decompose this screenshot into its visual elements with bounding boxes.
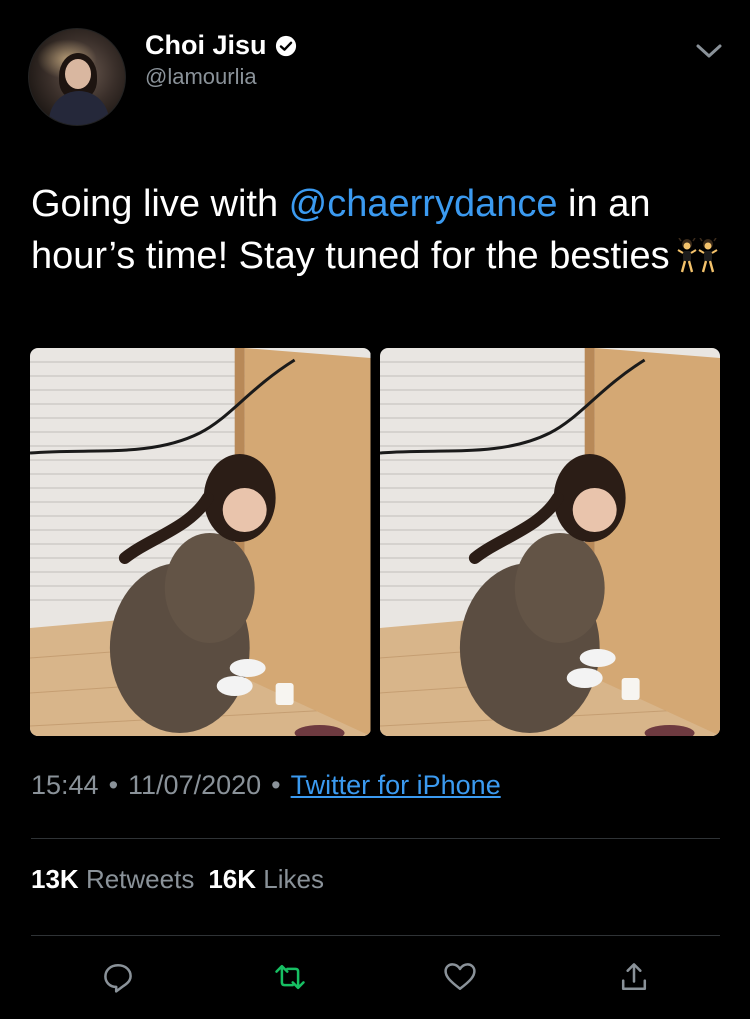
tweet-photo-2[interactable]	[379, 348, 720, 736]
tweet-source-link[interactable]: Twitter for iPhone	[291, 770, 501, 801]
meta-separator: •	[271, 770, 281, 800]
likes-stat[interactable]: 16K Likes	[208, 864, 324, 895]
tweet-date: 11/07/2020	[128, 770, 262, 800]
name-row[interactable]: Choi Jisu	[145, 30, 297, 61]
likes-label: Likes	[263, 864, 324, 894]
tweet-text: Going live with @chaerrydance in an hour…	[31, 178, 721, 282]
tweet-stats: 13K Retweets 16K Likes	[31, 864, 324, 895]
divider	[31, 838, 720, 839]
tweet-media	[30, 348, 720, 736]
dancers-emoji-icon	[676, 236, 720, 273]
tweet-actions	[0, 955, 750, 1005]
share-icon[interactable]	[614, 955, 654, 999]
avatar[interactable]	[28, 28, 126, 126]
tweet-text-before: Going live with	[31, 183, 289, 225]
tweet-meta: 15:44 • 11/07/2020 • Twitter for iPhone	[31, 770, 501, 801]
divider	[31, 935, 720, 936]
chevron-down-icon[interactable]	[694, 36, 724, 66]
tweet-photo-1[interactable]	[30, 348, 371, 736]
tweet-time: 15:44	[31, 770, 99, 800]
retweet-icon[interactable]	[270, 955, 310, 999]
meta-separator: •	[108, 770, 119, 800]
tweet-header: Choi Jisu @lamourlia	[28, 28, 728, 128]
reply-icon[interactable]	[98, 955, 138, 999]
likes-count: 16K	[208, 864, 257, 894]
mention-link[interactable]: @chaerrydance	[289, 183, 558, 225]
retweets-label: Retweets	[85, 864, 195, 894]
display-name[interactable]: Choi Jisu	[145, 30, 267, 61]
retweets-count: 13K	[31, 864, 79, 894]
heart-icon[interactable]	[440, 955, 480, 999]
user-handle[interactable]: @lamourlia	[145, 64, 257, 90]
verified-badge-icon	[275, 35, 297, 57]
retweets-stat[interactable]: 13K Retweets	[31, 864, 194, 895]
